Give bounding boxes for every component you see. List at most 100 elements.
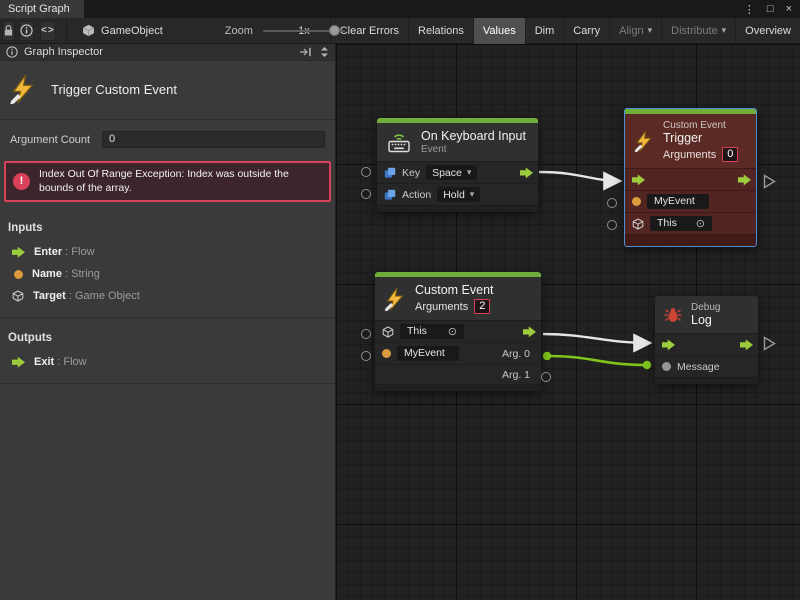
wire-event-to-log[interactable] — [543, 334, 650, 343]
arg0-label: Arg. 0 — [502, 348, 534, 360]
key-value-icon — [384, 167, 396, 179]
key-label: Key — [402, 167, 420, 179]
port-circle-event-name[interactable] — [361, 351, 371, 361]
node-row-message: Message — [655, 355, 758, 377]
info-icon — [20, 24, 33, 37]
node-debug-log[interactable]: Debug Log Message — [655, 296, 758, 384]
node-header[interactable]: Custom Event Arguments 2 — [375, 277, 541, 320]
event-name-input[interactable]: MyEvent — [647, 194, 709, 209]
lock-button[interactable] — [2, 21, 15, 41]
outputs-section-label: Outputs — [0, 318, 335, 351]
node-row-event-name: MyEvent — [625, 190, 756, 212]
port-circle-action[interactable] — [361, 189, 371, 199]
flow-output-port[interactable] — [738, 174, 751, 185]
lightning-bolt-icon — [383, 287, 407, 311]
cube-icon — [12, 290, 24, 302]
port-circle-event-target[interactable] — [361, 329, 371, 339]
bug-icon — [663, 305, 683, 325]
gameobject-selector[interactable]: GameObject — [74, 24, 171, 37]
error-icon: ! — [13, 173, 30, 190]
window-controls: ⋮ □ × — [744, 0, 800, 18]
node-on-keyboard-input[interactable]: On Keyboard Input Event Key Space▾ Actio… — [377, 118, 538, 212]
arg1-label: Arg. 1 — [502, 369, 534, 381]
node-header[interactable]: Custom Event Trigger Arguments 0 — [625, 114, 756, 168]
carry-button[interactable]: Carry — [563, 18, 609, 44]
key-value-icon — [384, 189, 396, 201]
flow-arrow-icon — [12, 357, 25, 368]
node-footer — [375, 384, 541, 391]
inspector-header-title: Graph Inspector — [24, 46, 103, 58]
code-icon: <> — [41, 25, 55, 36]
inspect-button[interactable] — [19, 21, 34, 41]
string-port-icon — [632, 197, 641, 206]
error-message-box: ! Index Out Of Range Exception: Index wa… — [4, 161, 331, 202]
keyboard-input-icon — [385, 130, 413, 154]
port-circle-arg1[interactable] — [541, 372, 551, 382]
chevron-down-icon: ▾ — [648, 25, 653, 36]
node-header[interactable]: On Keyboard Input Event — [377, 123, 538, 161]
node-row-key: Key Space▾ — [377, 161, 538, 183]
port-name: Exit — [34, 356, 54, 368]
inspector-node-title: Trigger Custom Event — [51, 82, 177, 97]
target-picker-icon[interactable]: ⊙ — [696, 219, 705, 229]
node-arguments: Arguments 2 — [415, 299, 494, 314]
key-dropdown[interactable]: Space▾ — [426, 165, 477, 180]
target-dropdown[interactable]: This ⊙ — [650, 216, 712, 231]
gameobject-label: GameObject — [101, 25, 163, 37]
graph-inspector-panel: Graph Inspector Trigger Custom Event Arg… — [0, 44, 336, 600]
target-dropdown[interactable]: This ⊙ — [400, 324, 464, 339]
port-type: : Game Object — [66, 290, 140, 302]
edit-script-button[interactable]: <> — [40, 21, 56, 41]
input-port-name: Name : String — [0, 263, 335, 285]
string-port-icon — [382, 349, 391, 358]
port-circle-trigger-target[interactable] — [607, 220, 617, 230]
flow-output-port[interactable] — [520, 167, 533, 178]
flow-input-port[interactable] — [662, 339, 675, 350]
values-button[interactable]: Values — [473, 18, 525, 44]
zoom-slider[interactable] — [263, 18, 292, 44]
argument-count-label: Argument Count — [10, 134, 98, 146]
chevron-down-icon: ▾ — [467, 167, 472, 178]
port-name: Target — [33, 290, 66, 302]
node-arguments: Arguments 0 — [663, 147, 738, 162]
window-menu-icon[interactable]: ⋮ — [744, 3, 755, 16]
flow-output-port[interactable] — [523, 326, 536, 337]
wire-arg0-to-message[interactable] — [547, 356, 647, 365]
dock-icon[interactable] — [299, 47, 312, 57]
node-subtitle: Event — [421, 144, 526, 155]
dim-button[interactable]: Dim — [525, 18, 564, 44]
distribute-button[interactable]: Distribute▾ — [661, 18, 735, 44]
graph-canvas[interactable]: On Keyboard Input Event Key Space▾ Actio… — [336, 44, 800, 600]
flow-arrow-icon — [12, 247, 25, 258]
overview-button[interactable]: Overview — [735, 18, 800, 44]
port-circle-key[interactable] — [361, 167, 371, 177]
wire-keyboard-to-trigger[interactable] — [539, 172, 620, 181]
argument-count-row: Argument Count 0 — [0, 120, 335, 159]
window-maximize-icon[interactable]: □ — [767, 3, 774, 15]
argument-count-input[interactable]: 0 — [102, 131, 325, 148]
port-type: : Flow — [62, 246, 94, 258]
node-trigger-custom-event[interactable]: Custom Event Trigger Arguments 0 MyEvent… — [624, 108, 757, 247]
node-row-target: This ⊙ — [375, 320, 541, 342]
port-name: Name — [32, 268, 62, 280]
zoom-slider-knob[interactable] — [329, 25, 340, 36]
node-row-arg1: Arg. 1 — [375, 364, 541, 384]
node-row-flow — [655, 333, 758, 355]
node-custom-event[interactable]: Custom Event Arguments 2 This ⊙ MyEvent … — [375, 272, 541, 391]
window-close-icon[interactable]: × — [786, 3, 792, 15]
port-circle-trigger-name[interactable] — [607, 198, 617, 208]
event-name-input[interactable]: MyEvent — [397, 346, 459, 361]
flow-output-port[interactable] — [740, 339, 753, 350]
action-dropdown[interactable]: Hold▾ — [437, 187, 480, 202]
align-button[interactable]: Align▾ — [609, 18, 661, 44]
tab-script-graph[interactable]: Script Graph — [0, 0, 84, 18]
lock-icon — [3, 24, 14, 37]
flow-input-port[interactable] — [632, 174, 645, 185]
node-title: On Keyboard Input — [421, 129, 526, 143]
spinner-icon[interactable] — [320, 46, 329, 58]
relations-button[interactable]: Relations — [408, 18, 473, 44]
node-row-flow — [625, 168, 756, 190]
target-picker-icon[interactable]: ⊙ — [448, 327, 457, 337]
node-header[interactable]: Debug Log — [655, 296, 758, 333]
node-category: Debug — [691, 302, 720, 313]
